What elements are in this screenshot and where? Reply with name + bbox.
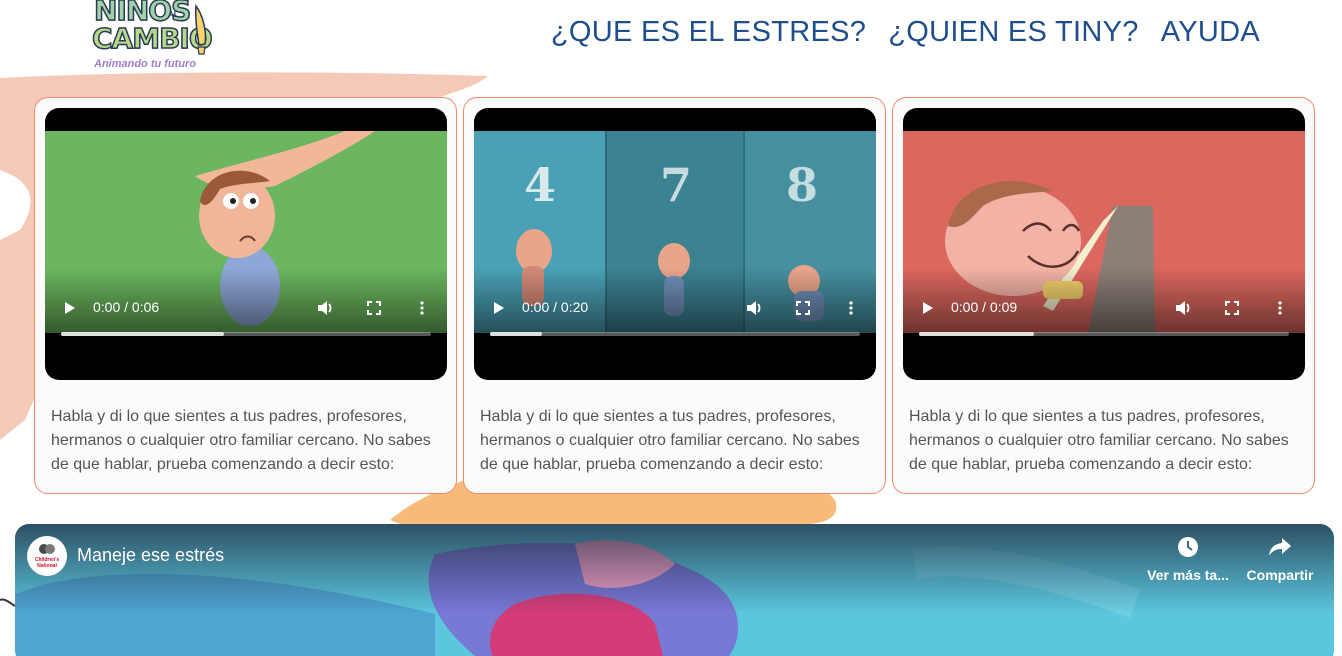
- play-icon[interactable]: [917, 296, 937, 320]
- video-progress-2[interactable]: [490, 332, 860, 336]
- video-player-2[interactable]: 4 7 8 0:00 / 0:20: [474, 108, 876, 380]
- video-number-7: 7: [660, 158, 692, 212]
- video-card-2: 4 7 8 0:00 / 0:20 Habla y di lo que sien…: [463, 97, 886, 494]
- channel-logo-text: Children's National: [34, 557, 60, 569]
- video-controls-3: 0:00 / 0:09: [903, 296, 1305, 320]
- nav-link-quien-es-tiny[interactable]: ¿QUIEN ES TINY?: [888, 16, 1139, 49]
- card-description-3: Habla y di lo que sientes a tus padres, …: [909, 408, 1289, 473]
- channel-logo-icon: [39, 544, 55, 554]
- card-description-1: Habla y di lo que sientes a tus padres, …: [51, 408, 431, 473]
- play-icon[interactable]: [59, 296, 79, 320]
- video-time-1: 0:00 / 0:06: [93, 299, 160, 315]
- fullscreen-icon[interactable]: [1221, 296, 1243, 320]
- youtube-embed[interactable]: Children's National Maneje ese estrés Ve…: [15, 524, 1334, 656]
- more-options-icon[interactable]: [411, 296, 433, 320]
- site-logo[interactable]: NIÑOS AL CAMBIO Animando tu futuro: [88, 0, 213, 74]
- nav-link-ayuda[interactable]: AYUDA: [1161, 16, 1260, 49]
- video-card-3: 0:00 / 0:09 Habla y di lo que sientes a …: [892, 97, 1315, 494]
- lightbulb-icon: [195, 4, 207, 55]
- video-number-8: 8: [786, 158, 818, 212]
- share-icon: [1269, 538, 1291, 556]
- video-player-1[interactable]: 0:00 / 0:06: [45, 108, 447, 380]
- video-card-1: 0:00 / 0:06 Habla y di lo que sientes a …: [34, 97, 457, 494]
- video-time-3: 0:00 / 0:09: [951, 299, 1018, 315]
- fullscreen-icon[interactable]: [792, 296, 814, 320]
- video-number-4: 4: [524, 158, 556, 212]
- watch-later-button[interactable]: Ver más ta...: [1143, 536, 1233, 583]
- share-label: Compartir: [1246, 567, 1314, 583]
- more-options-icon[interactable]: [840, 296, 862, 320]
- youtube-video-title[interactable]: Maneje ese estrés: [77, 545, 224, 566]
- play-icon[interactable]: [488, 296, 508, 320]
- logo-tagline: Animando tu futuro: [94, 58, 197, 70]
- volume-icon[interactable]: [1173, 296, 1195, 320]
- volume-icon[interactable]: [744, 296, 766, 320]
- video-progress-1[interactable]: [61, 332, 431, 336]
- video-controls-1: 0:00 / 0:06: [45, 296, 447, 320]
- clock-icon: [1178, 537, 1198, 557]
- channel-logo[interactable]: Children's National: [27, 536, 67, 576]
- video-progress-3[interactable]: [919, 332, 1289, 336]
- watch-later-label: Ver más ta...: [1147, 567, 1229, 583]
- fullscreen-icon[interactable]: [363, 296, 385, 320]
- nav-link-que-es-el-estres[interactable]: ¿QUE ES EL ESTRES?: [551, 16, 866, 49]
- video-time-2: 0:00 / 0:20: [522, 299, 589, 315]
- card-description-2: Habla y di lo que sientes a tus padres, …: [480, 408, 860, 473]
- video-controls-2: 0:00 / 0:20: [474, 296, 876, 320]
- main-nav: ¿QUE ES EL ESTRES? ¿QUIEN ES TINY? AYUDA: [551, 16, 1260, 49]
- volume-icon[interactable]: [315, 296, 337, 320]
- more-options-icon[interactable]: [1269, 296, 1291, 320]
- video-player-3[interactable]: 0:00 / 0:09: [903, 108, 1305, 380]
- share-button[interactable]: Compartir: [1235, 536, 1325, 583]
- logo-text-al: AL: [168, 10, 179, 19]
